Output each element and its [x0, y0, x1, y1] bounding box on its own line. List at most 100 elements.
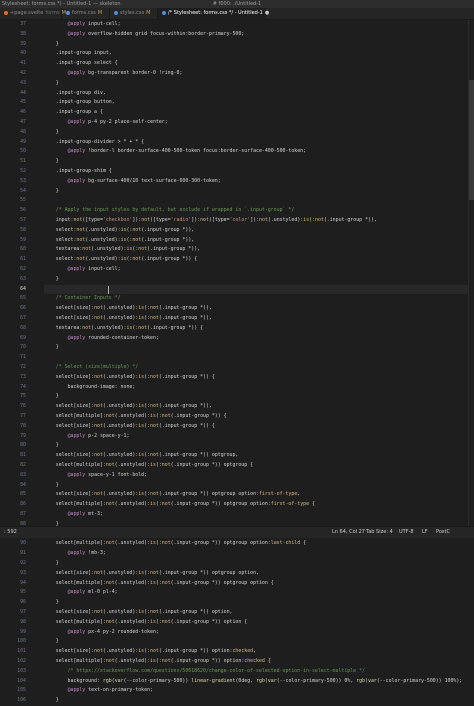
line-number: 77 — [20, 413, 26, 419]
code-line[interactable]: @apply text-on-primary-token; — [44, 686, 153, 696]
code-line[interactable]: select[multiple]:not(.unstyled):is(:not(… — [44, 412, 227, 422]
title-bar: Stylesheet: forms.css *) - Untitled-1 — … — [0, 0, 474, 8]
code-line[interactable]: @apply !border-l border-surface-400-500-… — [44, 147, 307, 157]
tab-modified-indicator[interactable]: M — [98, 10, 102, 16]
code-line[interactable]: select[size]:not(.unstyled):is(:not(.inp… — [44, 314, 212, 324]
code-line[interactable]: @apply input-cell; — [44, 20, 121, 30]
code-line[interactable]: } — [44, 343, 59, 353]
code-line[interactable]: select:not(.unstyled):is(:not(.input-gro… — [44, 255, 197, 265]
code-line[interactable]: .input-group select { — [44, 59, 118, 69]
code-line[interactable]: } — [44, 275, 59, 285]
code-line[interactable]: background-image: none; — [44, 383, 136, 393]
tab-path: forms — [45, 10, 60, 16]
code-line[interactable]: select[size]:not(.unstyled):is(:not(.inp… — [44, 490, 300, 500]
code-line[interactable]: .input-group div, — [44, 89, 106, 99]
code-line[interactable]: @apply rounded-container-token; — [44, 334, 159, 344]
code-line[interactable]: @apply input-cell; — [44, 265, 121, 275]
code-line[interactable]: } — [44, 441, 59, 451]
code-area[interactable]: @apply input-cell; @apply overflow-hidde… — [44, 20, 469, 703]
code-line[interactable]: @apply bg-surface-400/10 text-surface-60… — [44, 177, 221, 187]
code-line[interactable]: @apply space-y-1 font-bold; — [44, 471, 148, 481]
code-line[interactable]: } — [44, 79, 59, 89]
cursor-position[interactable]: Ln 64, Col 27 — [332, 527, 365, 538]
code-line[interactable]: select[size]:not(.unstyled):is(:not(.inp… — [44, 402, 212, 412]
code-line[interactable]: .input-group-shim { — [44, 167, 112, 177]
tab-modified-indicator[interactable]: M — [146, 10, 150, 16]
code-line[interactable]: select[size]:not(.unstyled):is(:not(.inp… — [44, 608, 233, 618]
tab-bar: +page.svelte forms Mforms.css Mstyles.css M /… — [0, 8, 474, 20]
code-line[interactable]: select[multiple]:not(.unstyled):is(:not(… — [44, 618, 247, 628]
code-line[interactable]: select[multiple]:not(.unstyled):is(:not(… — [44, 500, 315, 510]
line-number: 45 — [20, 99, 26, 106]
code-line[interactable]: @apply p-4 py-2 place-self-center; — [44, 118, 168, 128]
code-line[interactable]: textarea:not(.unstyled):is(:not(.input-g… — [44, 324, 203, 334]
line-number: 58 — [20, 226, 26, 233]
line-number: 75 — [20, 393, 26, 400]
code-line[interactable]: } — [44, 40, 59, 50]
code-line[interactable]: @apply bg-transparent border-0 !ring-0; — [44, 69, 183, 79]
line-number: 48 — [20, 128, 26, 135]
code-line[interactable]: select[size]:not(.unstyled):is(:not(.inp… — [44, 569, 259, 579]
line-number: 106 — [17, 697, 26, 704]
code-line[interactable]: input:not([type='checkbox']):not([type='… — [44, 216, 377, 226]
line-number: 84 — [20, 481, 26, 488]
editor-tab[interactable]: styles.css M — [110, 8, 158, 19]
code-line[interactable]: /* Select (size|multiple) */ — [44, 363, 138, 373]
line-number: 43 — [20, 79, 26, 86]
code-line[interactable]: select[size]:not(.unstyled):is(:not(.inp… — [44, 422, 215, 432]
code-line[interactable]: } — [44, 481, 59, 491]
code-line[interactable]: select:not(.unstyled):is(:not(.input-gro… — [44, 236, 194, 246]
code-line[interactable]: .input-group a { — [44, 108, 103, 118]
code-line[interactable]: /* https://stackoverflow.com/questions/5… — [44, 667, 365, 677]
code-line[interactable]: select[multiple]:not(.unstyled):is(:not(… — [44, 539, 306, 549]
code-line[interactable]: select[size]:not(.unstyled):is(:not(.inp… — [44, 647, 256, 657]
scrollbar-thumb[interactable] — [469, 80, 474, 200]
line-number: 70 — [20, 344, 26, 351]
code-line[interactable]: /* Apply the input styles by default, bu… — [44, 206, 295, 216]
code-line[interactable]: } — [44, 157, 59, 167]
line-number: 98 — [20, 618, 26, 625]
code-line[interactable]: .input-group-divider > * + * { — [44, 138, 144, 148]
code-line[interactable]: select:not(.unstyled):is(:not(.input-gro… — [44, 226, 194, 236]
code-line[interactable]: @apply mt-3; — [44, 510, 103, 520]
code-line[interactable]: select[size]:not(.unstyled):is(:not(.inp… — [44, 304, 212, 314]
code-editor[interactable]: 37 38 39 40 41 42 43 44 45 46 47 48 49 50 51 52 53 54 55 56… — [0, 20, 474, 703]
code-line[interactable]: } — [44, 598, 59, 608]
code-line[interactable]: textarea:not(.unstyled):is(:not(.input-g… — [44, 245, 200, 255]
code-line[interactable]: background: rgb(var(--color-primary-500)… — [44, 677, 463, 687]
code-line[interactable]: @apply ml-0 pl-4; — [44, 588, 118, 598]
code-line[interactable]: select[multiple]:not(.unstyled):is(:not(… — [44, 461, 253, 471]
code-line[interactable]: select[multiple]:not(.unstyled):is(:not(… — [44, 579, 274, 589]
code-line[interactable]: /* Container Inputs */ — [44, 294, 121, 304]
code-line[interactable]: } — [44, 128, 59, 138]
encoding[interactable]: UTF-8 — [399, 527, 414, 538]
language-mode[interactable]: PostC — [436, 527, 450, 538]
code-line[interactable]: select[size]:not(.unstyled):is(:not(.inp… — [44, 373, 215, 383]
tab-modified-indicator[interactable]: ● — [265, 10, 269, 16]
code-line[interactable]: } — [44, 392, 59, 402]
code-line[interactable]: @apply overflow-hidden grid focus-within… — [44, 30, 245, 40]
code-line[interactable]: .input-group button, — [44, 98, 115, 108]
code-line[interactable]: select[multiple]:not(.unstyled):is(:not(… — [44, 657, 271, 667]
code-line[interactable]: } — [44, 187, 59, 197]
editor-tab[interactable]: +page.svelte forms M — [0, 8, 66, 19]
editor-tab[interactable]: forms.css M — [62, 8, 110, 19]
line-ending[interactable]: LF — [422, 527, 428, 538]
line-number: 54 — [20, 187, 26, 194]
code-line[interactable]: select[size]:not(.unstyled):is(:not(.inp… — [44, 451, 239, 461]
line-number: 79 — [20, 432, 26, 439]
code-line[interactable]: @apply !mb-3; — [44, 549, 106, 559]
code-line[interactable]: } — [44, 559, 59, 569]
code-line[interactable]: } — [44, 696, 59, 706]
tab-size[interactable]: Tab Size: 4 — [366, 527, 393, 538]
code-line[interactable]: .input-group input, — [44, 49, 112, 59]
line-number: 39 — [20, 40, 26, 47]
code-line[interactable]: @apply px-4 py-2 rounded-token; — [44, 628, 159, 638]
status-bar: : 592 Ln 64, Col 27 Tab Size: 4 UTF-8 LF… — [0, 526, 474, 538]
editor-tab[interactable]: /* Stylesheet: forms.css */ - Untitled-1… — [158, 8, 269, 19]
code-line[interactable]: } — [44, 637, 59, 647]
vertical-scrollbar[interactable] — [468, 20, 474, 526]
line-number: 55 — [20, 197, 26, 204]
code-line[interactable]: @apply p-2 space-y-1; — [44, 432, 130, 442]
line-number: 53 — [20, 177, 26, 184]
